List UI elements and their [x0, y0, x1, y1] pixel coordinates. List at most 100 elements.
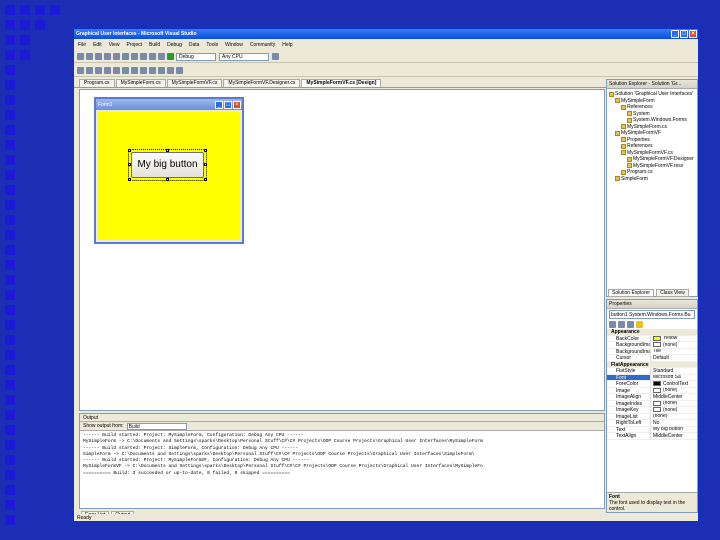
bring-front-icon[interactable]: [167, 67, 174, 74]
menu-debug[interactable]: Debug: [167, 42, 182, 48]
resize-handle[interactable]: [128, 149, 131, 152]
tab-mysimpleformvf-design[interactable]: MySimpleFormVF.cs [Design]: [301, 79, 382, 87]
alphabetical-icon[interactable]: [618, 321, 625, 328]
same-size-icon[interactable]: [149, 67, 156, 74]
resize-handle[interactable]: [128, 178, 131, 181]
property-value: No: [653, 420, 660, 426]
show-output-dropdown[interactable]: Build: [126, 422, 187, 430]
menu-view[interactable]: View: [109, 42, 120, 48]
show-output-label: Show output from:: [83, 423, 124, 429]
redo-icon[interactable]: [158, 53, 165, 60]
save-icon[interactable]: [104, 53, 111, 60]
resize-handle[interactable]: [204, 149, 207, 152]
align-top-icon[interactable]: [104, 67, 111, 74]
property-name: Font: [607, 374, 651, 380]
open-icon[interactable]: [95, 53, 102, 60]
property-value-cell[interactable]: (none): [651, 414, 697, 420]
menu-window[interactable]: Window: [225, 42, 243, 48]
resize-handle[interactable]: [166, 149, 169, 152]
file-icon: [627, 163, 632, 169]
properties-icon[interactable]: [627, 321, 634, 328]
property-value-cell[interactable]: Default: [651, 355, 697, 361]
send-back-icon[interactable]: [176, 67, 183, 74]
align-middle-icon[interactable]: [113, 67, 120, 74]
save-all-icon[interactable]: [113, 53, 120, 60]
property-value-cell[interactable]: (none): [651, 407, 697, 413]
align-left-icon[interactable]: [77, 67, 84, 74]
menu-data[interactable]: Data: [189, 42, 200, 48]
property-row[interactable]: TextAlign MiddleCenter: [607, 433, 697, 440]
menu-community[interactable]: Community: [250, 42, 275, 48]
form-close-icon: ×: [233, 100, 241, 109]
tab-solution-explorer[interactable]: Solution Explorer: [608, 289, 655, 297]
property-value: ControlText: [663, 381, 689, 387]
property-value-cell[interactable]: Tile: [651, 349, 697, 355]
property-value: Default: [653, 355, 669, 361]
solution-explorer-title: Solution Explorer - Solution 'Gr...: [607, 80, 697, 89]
output-text[interactable]: ------ Build started: Project: MySimpleF…: [80, 431, 604, 479]
paste-icon[interactable]: [140, 53, 147, 60]
tree-item[interactable]: SimpleForm: [608, 176, 696, 183]
same-height-icon[interactable]: [140, 67, 147, 74]
form1-client-area[interactable]: My big button: [98, 112, 240, 240]
property-value-cell[interactable]: MiddleCenter: [651, 394, 697, 400]
property-value-cell[interactable]: ControlText: [651, 381, 697, 387]
add-item-icon[interactable]: [86, 53, 93, 60]
menu-project[interactable]: Project: [126, 42, 142, 48]
file-icon: [621, 137, 626, 143]
visual-studio-window: Graphical User Interfaces - Microsoft Vi…: [73, 28, 699, 522]
property-value-cell[interactable]: No: [651, 420, 697, 426]
color-swatch: [653, 407, 661, 413]
property-value-cell[interactable]: (none): [651, 401, 697, 406]
resize-handle[interactable]: [166, 178, 169, 181]
form1-title: Form1: [98, 101, 113, 108]
find-icon[interactable]: [272, 53, 279, 60]
resize-handle[interactable]: [128, 163, 131, 166]
cut-icon[interactable]: [122, 53, 129, 60]
form-designer-surface[interactable]: Form1 _ □ × My big button: [79, 89, 605, 411]
solution-tree[interactable]: Solution 'Graphical User Interfaces' MySi…: [607, 89, 697, 184]
form1-window[interactable]: Form1 _ □ × My big button: [94, 97, 244, 244]
categorized-icon[interactable]: [609, 321, 616, 328]
file-icon: [627, 111, 632, 117]
menu-file[interactable]: File: [78, 42, 86, 48]
close-button[interactable]: ×: [689, 30, 697, 38]
property-value-cell[interactable]: Yellow: [651, 336, 697, 341]
property-value-cell[interactable]: MiddleCenter: [651, 433, 697, 439]
property-name: ImageAlign: [607, 394, 651, 400]
my-big-button[interactable]: My big button: [128, 149, 207, 181]
minimize-button[interactable]: _: [671, 30, 679, 38]
tab-mysimpleformvf-cs[interactable]: MySimpleFormVF.cs: [166, 79, 223, 87]
resize-handle[interactable]: [204, 178, 207, 181]
events-icon[interactable]: [636, 321, 643, 328]
properties-object-selector[interactable]: button1 System.Windows.Forms.Bu: [609, 310, 695, 319]
property-value-cell[interactable]: Microsoft Sa: [651, 375, 697, 381]
property-name: TextAlign: [607, 433, 651, 439]
align-right-icon[interactable]: [95, 67, 102, 74]
property-value-cell[interactable]: (none): [651, 388, 697, 393]
property-value-cell[interactable]: My big button: [651, 427, 697, 433]
property-value-cell[interactable]: (none): [651, 342, 697, 348]
undo-icon[interactable]: [149, 53, 156, 60]
new-project-icon[interactable]: [77, 53, 84, 60]
configuration-dropdown[interactable]: Debug: [176, 52, 216, 61]
start-debug-icon[interactable]: [167, 53, 174, 60]
maximize-button[interactable]: □: [680, 30, 688, 38]
tab-mysimpleformvf-designer-cs[interactable]: MySimpleFormVF.Designer.cs: [223, 79, 301, 87]
align-center-icon[interactable]: [86, 67, 93, 74]
menu-edit[interactable]: Edit: [93, 42, 102, 48]
copy-icon[interactable]: [131, 53, 138, 60]
tab-program-cs[interactable]: Program.cs: [79, 79, 115, 87]
tab-mysimpleform-cs[interactable]: MySimpleForm.cs: [115, 79, 166, 87]
property-value-cell[interactable]: Standard: [651, 368, 697, 374]
platform-dropdown[interactable]: Any CPU: [219, 52, 269, 61]
resize-handle[interactable]: [204, 163, 207, 166]
align-bottom-icon[interactable]: [122, 67, 129, 74]
tab-class-view[interactable]: Class View: [656, 289, 689, 297]
same-width-icon[interactable]: [131, 67, 138, 74]
spacing-icon[interactable]: [158, 67, 165, 74]
menu-build[interactable]: Build: [149, 42, 160, 48]
menu-tools[interactable]: Tools: [206, 42, 218, 48]
document-tabs: Program.cs MySimpleForm.cs MySimpleFormV…: [74, 79, 606, 88]
menu-help[interactable]: Help: [282, 42, 292, 48]
